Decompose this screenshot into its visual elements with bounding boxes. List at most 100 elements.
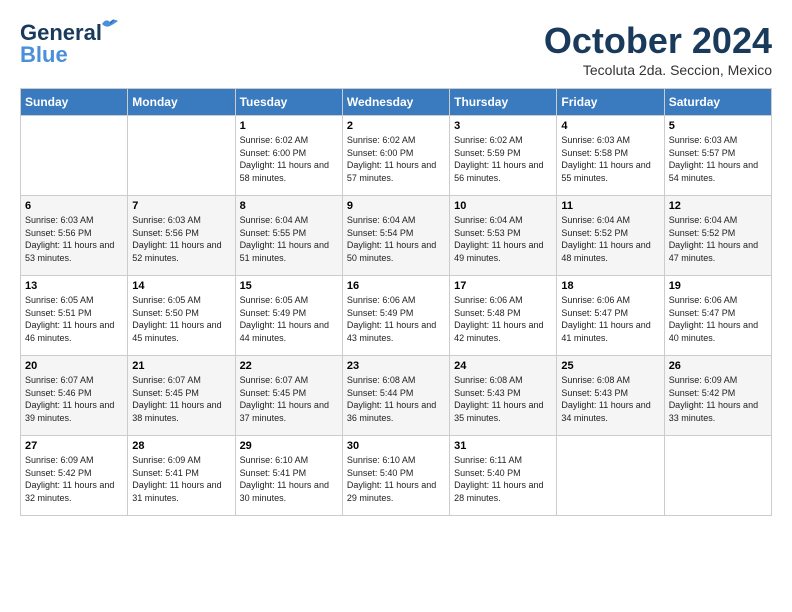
calendar-cell: 11Sunrise: 6:04 AMSunset: 5:52 PMDayligh…: [557, 196, 664, 276]
calendar-cell: 12Sunrise: 6:04 AMSunset: 5:52 PMDayligh…: [664, 196, 771, 276]
day-number: 17: [454, 280, 552, 292]
day-info: Sunrise: 6:11 AMSunset: 5:40 PMDaylight:…: [454, 454, 552, 504]
calendar-cell: 1Sunrise: 6:02 AMSunset: 6:00 PMDaylight…: [235, 116, 342, 196]
calendar-cell: 19 Sunrise: 6:06 AMSunset: 5:47 PMDayligh…: [664, 276, 771, 356]
day-number: 20: [25, 360, 123, 372]
day-info: Sunrise: 6:06 AMSunset: 5:48 PMDaylight:…: [454, 294, 552, 344]
day-info: Sunrise: 6:06 AMSunset: 5:47 PMDaylight:…: [561, 294, 659, 344]
day-number: 25: [561, 360, 659, 372]
day-number: 30: [347, 440, 445, 452]
day-number: 4: [561, 120, 659, 132]
calendar-cell: 21 Sunrise: 6:07 AMSunset: 5:45 PMDayligh…: [128, 356, 235, 436]
day-number: 16: [347, 280, 445, 292]
calendar-cell: 30Sunrise: 6:10 AMSunset: 5:40 PMDayligh…: [342, 436, 449, 516]
day-number: 26: [669, 360, 767, 372]
title-block: October 2024 Tecoluta 2da. Seccion, Mexi…: [544, 20, 772, 78]
day-info: Sunrise: 6:02 AMSunset: 5:59 PMDaylight:…: [454, 134, 552, 184]
day-info: Sunrise: 6:06 AMSunset: 5:49 PMDaylight:…: [347, 294, 445, 344]
day-number: 7: [132, 200, 230, 212]
day-info: Sunrise: 6:04 AMSunset: 5:54 PMDaylight:…: [347, 214, 445, 264]
day-number: 14: [132, 280, 230, 292]
calendar-table: SundayMondayTuesdayWednesdayThursdayFrid…: [20, 88, 772, 516]
week-row-1: 1 Sunrise: 6:02 AMSunset: 6:00 PMDaylight…: [21, 116, 772, 196]
day-info: Sunrise: 6:07 AMSunset: 5:45 PMDaylight:…: [240, 374, 338, 424]
day-info: Sunrise: 6:04 AMSunset: 5:55 PMDaylight:…: [240, 214, 338, 264]
calendar-cell: 25 Sunrise: 6:08 AMSunset: 5:43 PMDayligh…: [557, 356, 664, 436]
calendar-cell: 20 Sunrise: 6:07 AMSunset: 5:46 PMDayligh…: [21, 356, 128, 436]
day-info: Sunrise: 6:08 AMSunset: 5:44 PMDaylight:…: [347, 374, 445, 424]
location: Tecoluta 2da. Seccion, Mexico: [544, 62, 772, 78]
calendar-cell: 5Sunrise: 6:03 AMSunset: 5:57 PMDaylight…: [664, 116, 771, 196]
calendar-cell: 3 Sunrise: 6:02 AMSunset: 5:59 PMDaylight…: [450, 116, 557, 196]
day-info: Sunrise: 6:03 AMSunset: 5:56 PMDaylight:…: [132, 214, 230, 264]
day-number: 12: [669, 200, 767, 212]
calendar-cell: 16 Sunrise: 6:06 AMSunset: 5:49 PMDayligh…: [342, 276, 449, 356]
day-info: Sunrise: 6:08 AMSunset: 5:43 PMDaylight:…: [561, 374, 659, 424]
calendar-cell: [21, 116, 128, 196]
logo-general: General: [20, 20, 102, 45]
day-number: 27: [25, 440, 123, 452]
day-info: Sunrise: 6:07 AMSunset: 5:45 PMDaylight:…: [132, 374, 230, 424]
page-header: General Blue October 2024 Tecoluta 2da. …: [20, 20, 772, 78]
day-info: Sunrise: 6:09 AMSunset: 5:41 PMDaylight:…: [132, 454, 230, 504]
header-friday: Friday: [557, 89, 664, 116]
day-info: Sunrise: 6:02 AMSunset: 6:00 PMDaylight:…: [347, 134, 445, 184]
day-info: Sunrise: 6:03 AMSunset: 5:57 PMDaylight:…: [669, 134, 767, 184]
calendar-cell: 2Sunrise: 6:02 AMSunset: 6:00 PMDaylight…: [342, 116, 449, 196]
day-info: Sunrise: 6:05 AMSunset: 5:51 PMDaylight:…: [25, 294, 123, 344]
calendar-cell: 27 Sunrise: 6:09 AMSunset: 5:42 PMDayligh…: [21, 436, 128, 516]
day-number: 21: [132, 360, 230, 372]
calendar-cell: 28Sunrise: 6:09 AMSunset: 5:41 PMDayligh…: [128, 436, 235, 516]
day-number: 29: [240, 440, 338, 452]
day-info: Sunrise: 6:09 AMSunset: 5:42 PMDaylight:…: [669, 374, 767, 424]
calendar-cell: 9Sunrise: 6:04 AMSunset: 5:54 PMDaylight…: [342, 196, 449, 276]
week-row-5: 27 Sunrise: 6:09 AMSunset: 5:42 PMDayligh…: [21, 436, 772, 516]
day-number: 10: [454, 200, 552, 212]
day-info: Sunrise: 6:05 AMSunset: 5:49 PMDaylight:…: [240, 294, 338, 344]
calendar-cell: 22 Sunrise: 6:07 AMSunset: 5:45 PMDayligh…: [235, 356, 342, 436]
day-info: Sunrise: 6:08 AMSunset: 5:43 PMDaylight:…: [454, 374, 552, 424]
header-thursday: Thursday: [450, 89, 557, 116]
day-number: 1: [240, 120, 338, 132]
day-info: Sunrise: 6:03 AMSunset: 5:58 PMDaylight:…: [561, 134, 659, 184]
calendar-cell: 13 Sunrise: 6:05 AMSunset: 5:51 PMDayligh…: [21, 276, 128, 356]
calendar-cell: 31 Sunrise: 6:11 AMSunset: 5:40 PMDayligh…: [450, 436, 557, 516]
day-info: Sunrise: 6:04 AMSunset: 5:53 PMDaylight:…: [454, 214, 552, 264]
day-number: 31: [454, 440, 552, 452]
calendar-cell: 8 Sunrise: 6:04 AMSunset: 5:55 PMDaylight…: [235, 196, 342, 276]
calendar-cell: 24 Sunrise: 6:08 AMSunset: 5:43 PMDayligh…: [450, 356, 557, 436]
calendar-cell: 29Sunrise: 6:10 AMSunset: 5:41 PMDayligh…: [235, 436, 342, 516]
day-number: 11: [561, 200, 659, 212]
logo-bird-icon: [100, 16, 120, 32]
day-number: 22: [240, 360, 338, 372]
header-monday: Monday: [128, 89, 235, 116]
calendar-cell: 7 Sunrise: 6:03 AMSunset: 5:56 PMDaylight…: [128, 196, 235, 276]
week-row-4: 20 Sunrise: 6:07 AMSunset: 5:46 PMDayligh…: [21, 356, 772, 436]
calendar-cell: [664, 436, 771, 516]
week-row-2: 6 Sunrise: 6:03 AMSunset: 5:56 PMDaylight…: [21, 196, 772, 276]
day-number: 8: [240, 200, 338, 212]
calendar-cell: 4 Sunrise: 6:03 AMSunset: 5:58 PMDaylight…: [557, 116, 664, 196]
day-number: 6: [25, 200, 123, 212]
calendar-cell: 6Sunrise: 6:03 AMSunset: 5:56 PMDaylight…: [21, 196, 128, 276]
month-title: October 2024: [544, 20, 772, 62]
header-sunday: Sunday: [21, 89, 128, 116]
day-number: 3: [454, 120, 552, 132]
header-saturday: Saturday: [664, 89, 771, 116]
day-info: Sunrise: 6:05 AMSunset: 5:50 PMDaylight:…: [132, 294, 230, 344]
day-info: Sunrise: 6:07 AMSunset: 5:46 PMDaylight:…: [25, 374, 123, 424]
day-info: Sunrise: 6:09 AMSunset: 5:42 PMDaylight:…: [25, 454, 123, 504]
day-info: Sunrise: 6:06 AMSunset: 5:47 PMDaylight:…: [669, 294, 767, 344]
calendar-cell: 26 Sunrise: 6:09 AMSunset: 5:42 PMDayligh…: [664, 356, 771, 436]
header-wednesday: Wednesday: [342, 89, 449, 116]
day-number: 24: [454, 360, 552, 372]
calendar-cell: 18Sunrise: 6:06 AMSunset: 5:47 PMDayligh…: [557, 276, 664, 356]
day-number: 23: [347, 360, 445, 372]
week-row-3: 13 Sunrise: 6:05 AMSunset: 5:51 PMDayligh…: [21, 276, 772, 356]
calendar-cell: 14 Sunrise: 6:05 AMSunset: 5:50 PMDayligh…: [128, 276, 235, 356]
day-number: 13: [25, 280, 123, 292]
logo: General Blue: [20, 20, 102, 68]
day-number: 19: [669, 280, 767, 292]
calendar-header-row: SundayMondayTuesdayWednesdayThursdayFrid…: [21, 89, 772, 116]
day-number: 15: [240, 280, 338, 292]
